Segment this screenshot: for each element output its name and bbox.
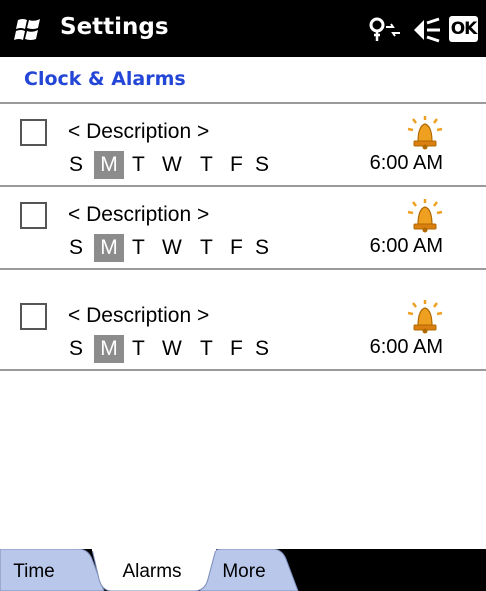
- title-bar: Settings OK: [0, 0, 486, 57]
- alarm-enabled-checkbox[interactable]: [20, 202, 47, 229]
- alarm-description[interactable]: < Description >: [68, 203, 209, 227]
- alarm-row[interactable]: < Description > S M T W T F S 6:00 AM: [0, 104, 486, 187]
- connectivity-icon[interactable]: [369, 17, 403, 43]
- alarm-description[interactable]: < Description >: [68, 120, 209, 144]
- page-title: Clock & Alarms: [24, 68, 186, 90]
- weekday-label[interactable]: S: [255, 151, 269, 179]
- windows-flag-icon[interactable]: [14, 17, 44, 43]
- alarm-time[interactable]: 6:00 AM: [370, 152, 443, 175]
- weekday-label[interactable]: T: [132, 335, 145, 363]
- tab-label: Alarms: [122, 561, 182, 582]
- weekday-label[interactable]: W: [162, 335, 182, 363]
- weekday-label[interactable]: T: [132, 151, 145, 179]
- alarm-row[interactable]: < Description > S M T W T F S 6:00 AM: [0, 187, 486, 270]
- weekday-label[interactable]: S: [255, 234, 269, 262]
- alarm-bell-icon: [407, 300, 443, 334]
- tab-alarms[interactable]: Alarms: [92, 549, 216, 591]
- weekday-label[interactable]: T: [200, 234, 213, 262]
- weekday-label[interactable]: M: [94, 151, 124, 179]
- alarm-time[interactable]: 6:00 AM: [370, 235, 443, 258]
- weekday-label[interactable]: S: [69, 234, 83, 262]
- alarm-bell-icon: [407, 199, 443, 233]
- weekday-label[interactable]: S: [69, 335, 83, 363]
- weekday-label[interactable]: S: [255, 335, 269, 363]
- app-title: Settings: [60, 14, 169, 40]
- alarm-row[interactable]: < Description > S M T W T F S 6:00 AM: [0, 288, 486, 371]
- page-header: Clock & Alarms: [0, 57, 486, 104]
- weekday-label[interactable]: T: [200, 335, 213, 363]
- weekday-label[interactable]: M: [94, 234, 124, 262]
- weekday-label[interactable]: W: [162, 151, 182, 179]
- weekday-label[interactable]: F: [230, 151, 243, 179]
- weekday-label[interactable]: M: [94, 335, 124, 363]
- alarm-description[interactable]: < Description >: [68, 304, 209, 328]
- tab-label: Time: [13, 561, 55, 582]
- alarm-enabled-checkbox[interactable]: [20, 303, 47, 330]
- weekday-label[interactable]: T: [132, 234, 145, 262]
- ok-button[interactable]: OK: [449, 16, 478, 42]
- tab-bar: Time More Alarms: [0, 549, 486, 591]
- weekday-label[interactable]: F: [230, 234, 243, 262]
- alarm-bell-icon: [407, 116, 443, 150]
- weekday-label[interactable]: T: [200, 151, 213, 179]
- weekday-label[interactable]: W: [162, 234, 182, 262]
- weekday-label[interactable]: F: [230, 335, 243, 363]
- alarm-time[interactable]: 6:00 AM: [370, 336, 443, 359]
- alarm-enabled-checkbox[interactable]: [20, 119, 47, 146]
- weekday-label[interactable]: S: [69, 151, 83, 179]
- volume-icon[interactable]: [412, 15, 442, 45]
